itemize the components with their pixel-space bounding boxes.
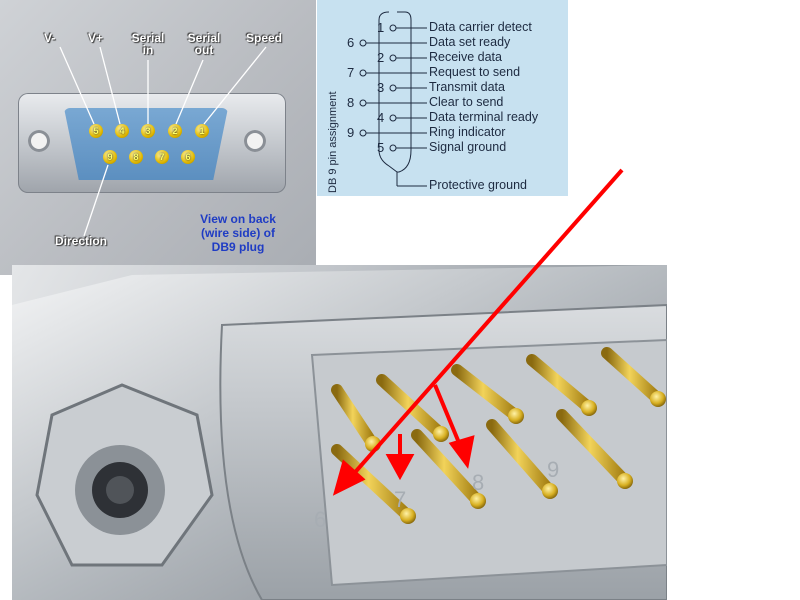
pin-number-7: 7 — [347, 65, 355, 80]
signal-data-carrier-detect: Data carrier detect — [429, 20, 532, 34]
closeup-pin-8-tip — [542, 483, 558, 499]
closeup-pin-1-tip — [650, 391, 666, 407]
closeup-pin-4-tip — [433, 426, 449, 442]
signal-transmit-data: Transmit data — [429, 80, 505, 94]
signal-clear-to-send: Clear to send — [429, 95, 504, 109]
embossed-number-7: 7 — [394, 487, 406, 512]
closeup-pin-9-tip — [617, 473, 633, 489]
pin-number-6: 6 — [347, 35, 355, 50]
embossed-number-8: 8 — [472, 470, 484, 495]
signal-protective-ground: Protective ground — [429, 178, 527, 192]
pin-number-2: 2 — [377, 50, 385, 65]
signal-signal-ground: Signal ground — [429, 140, 507, 154]
pin-number-8: 8 — [347, 95, 355, 110]
pin-number-4: 4 — [377, 110, 385, 125]
label-v-plus: V+ — [88, 31, 104, 45]
signal-data-set-ready: Data set ready — [429, 35, 511, 49]
label-v-minus: V- — [44, 31, 56, 45]
closeup-pin-5-tip — [365, 436, 381, 452]
label-speed: Speed — [246, 31, 283, 45]
db9-back-photo: 5 4 3 2 1 9 8 7 6 V- V+ Serial in Serial… — [0, 0, 316, 275]
closeup-pin-3-tip — [508, 408, 524, 424]
embossed-number-9: 9 — [547, 457, 559, 482]
pin-assignment-diagram: DB 9 pin assignment 1 6 2 7 3 8 4 9 5 Da… — [317, 0, 568, 196]
signal-data-terminal-ready: Data terminal ready — [429, 110, 539, 124]
signal-ring-indicator: Ring indicator — [429, 125, 506, 139]
view-caption: View on back (wire side) of DB9 plug — [200, 212, 276, 254]
label-serial-in: Serial in — [131, 31, 165, 57]
closeup-drawing: 6 7 8 9 — [12, 265, 667, 600]
embossed-number-6: 6 — [314, 507, 326, 532]
closeup-pin-2-tip — [581, 400, 597, 416]
pin-number-9: 9 — [347, 125, 355, 140]
pin-number-5: 5 — [377, 140, 385, 155]
pin-number-3: 3 — [377, 80, 385, 95]
label-serial-out: Serial out — [187, 31, 221, 57]
label-direction: Direction — [55, 234, 108, 248]
signal-request-to-send: Request to send — [429, 65, 521, 79]
signal-receive-data: Receive data — [429, 50, 502, 64]
connector-closeup-photo: 6 7 8 9 — [12, 265, 667, 600]
closeup-pin-7-tip — [470, 493, 486, 509]
pin-number-1: 1 — [377, 20, 385, 35]
